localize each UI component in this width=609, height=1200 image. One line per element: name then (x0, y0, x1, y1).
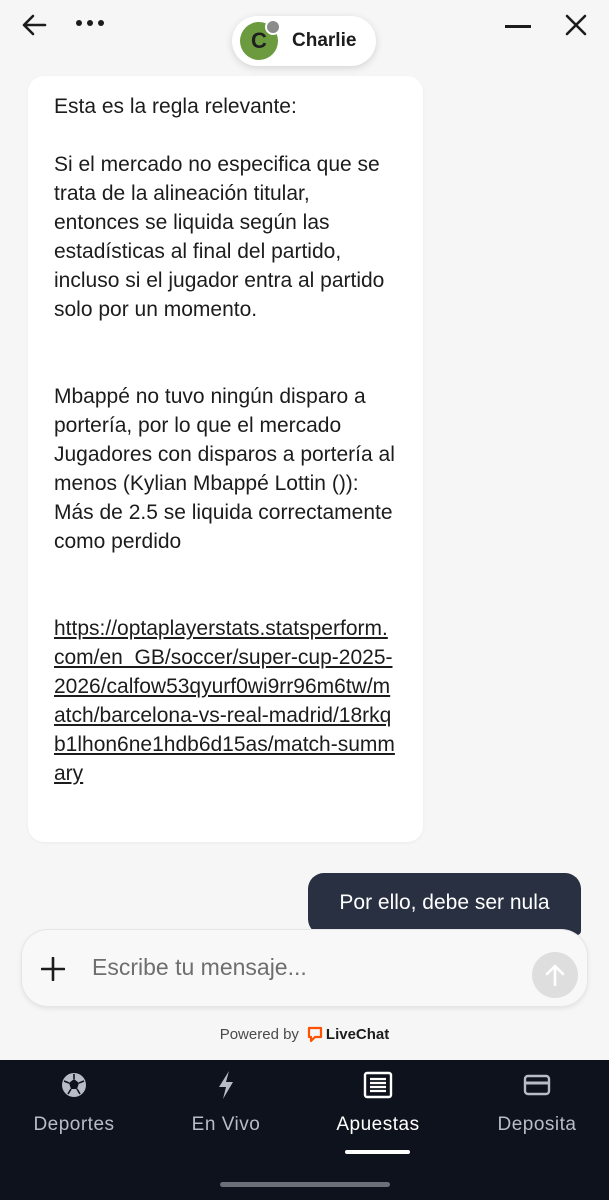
message-explanation: Mbappé no tuvo ningún disparo a portería… (54, 385, 395, 553)
avatar: C (240, 19, 281, 60)
more-options-icon[interactable] (70, 8, 110, 38)
nav-item-deportes[interactable]: Deportes (0, 1060, 148, 1160)
message-rule: Si el mercado no especifica que se trata… (54, 153, 385, 321)
status-dot (265, 19, 281, 35)
nav-label-deposita: Deposita (497, 1114, 577, 1135)
bottom-navigation: Deportes En Vivo Apuestas Deposita (0, 1060, 609, 1200)
nav-item-en-vivo[interactable]: En Vivo (152, 1060, 300, 1160)
avatar-initial: C (251, 28, 267, 53)
message-composer (22, 930, 587, 1006)
back-arrow-icon[interactable] (14, 8, 54, 42)
livechat-brand: LiveChat (325, 1025, 390, 1043)
nav-label-apuestas: Apuestas (336, 1114, 420, 1135)
betslip-icon (363, 1070, 393, 1100)
close-icon[interactable] (556, 8, 596, 42)
nav-label-en-vivo: En Vivo (191, 1114, 261, 1135)
livechat-logo-icon (307, 1026, 323, 1043)
powered-by[interactable]: Powered by LiveChat (0, 1022, 609, 1046)
wallet-icon (523, 1070, 551, 1100)
nav-label-deportes: Deportes (33, 1114, 115, 1135)
lightning-icon (216, 1070, 236, 1100)
match-summary-link[interactable]: https://optaplayerstats.statsperform.com… (54, 614, 397, 788)
incoming-message-bubble: Esta es la regla relevante: Si el mercad… (28, 76, 423, 842)
message-input[interactable] (90, 944, 514, 990)
outgoing-message-text: Por ello, debe ser nula (339, 891, 550, 914)
chat-header: C Charlie (0, 0, 609, 80)
active-tab-indicator (345, 1150, 410, 1154)
send-button[interactable] (532, 952, 578, 998)
nav-item-deposita[interactable]: Deposita (462, 1060, 609, 1160)
soccer-ball-icon (60, 1070, 88, 1100)
powered-by-prefix: Powered by (219, 1025, 299, 1043)
home-indicator[interactable] (220, 1182, 390, 1187)
agent-chip: C Charlie (232, 16, 376, 66)
outgoing-message-bubble: Por ello, debe ser nula (308, 873, 581, 935)
arrow-up-icon (545, 964, 565, 986)
nav-item-apuestas[interactable]: Apuestas (302, 1060, 454, 1160)
minimize-icon[interactable] (498, 12, 538, 42)
message-intro: Esta es la regla relevante: (54, 95, 297, 118)
add-attachment-icon[interactable] (38, 954, 68, 984)
agent-name: Charlie (292, 30, 357, 51)
